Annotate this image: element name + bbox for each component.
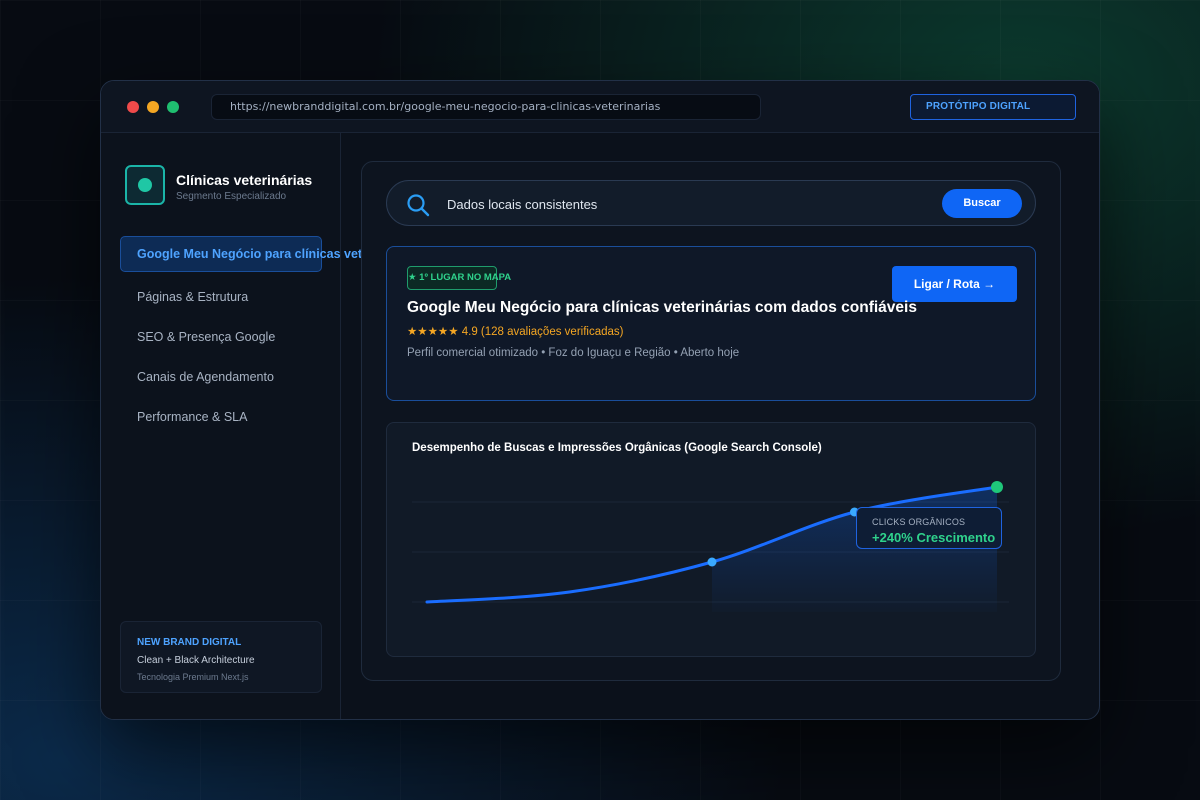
brand-logo-icon xyxy=(125,165,165,205)
brand-subtitle: Segmento Especializado xyxy=(176,191,287,202)
browser-window: https://newbranddigital.com.br/google-me… xyxy=(100,80,1100,720)
url-bar[interactable]: https://newbranddigital.com.br/google-me… xyxy=(211,94,761,120)
search-icon xyxy=(407,194,430,217)
search-button[interactable]: Buscar xyxy=(942,189,1022,218)
map-rank-badge: ★ 1º LUGAR NO MAPA xyxy=(407,266,511,290)
browser-titlebar: https://newbranddigital.com.br/google-me… xyxy=(101,81,1099,133)
call-route-button[interactable]: Ligar / Rota → xyxy=(892,266,1017,302)
search-input[interactable]: Dados locais consistentes xyxy=(447,197,597,212)
brand-title: Clínicas veterinárias xyxy=(176,172,313,188)
sidebar-item-seo[interactable]: SEO & Presença Google xyxy=(137,330,275,344)
tooltip-label: CLICKS ORGÂNICOS xyxy=(872,517,966,527)
sidebar-item-performance[interactable]: Performance & SLA xyxy=(137,410,247,424)
maximize-window-button[interactable] xyxy=(167,101,179,113)
chart-area-fill xyxy=(712,487,997,612)
brand-footer-card: NEW BRAND DIGITAL Clean + Black Architec… xyxy=(120,621,322,693)
chart-point xyxy=(991,481,1003,493)
listing-rating: ★★★★★ 4.9 (128 avaliações verificadas) xyxy=(407,326,624,338)
sidebar-item-paginas[interactable]: Páginas & Estrutura xyxy=(137,290,248,304)
footer-line-1: Clean + Black Architecture xyxy=(137,655,255,666)
chart-tooltip: CLICKS ORGÂNICOS +240% Crescimento xyxy=(856,507,1002,549)
tooltip-value: +240% Crescimento xyxy=(872,530,996,545)
minimize-window-button[interactable] xyxy=(147,101,159,113)
footer-line-2: Tecnologia Premium Next.js xyxy=(137,672,249,682)
sidebar: Clínicas veterinárias Segmento Especiali… xyxy=(101,133,414,719)
business-listing-card: ★ 1º LUGAR NO MAPA Ligar / Rota → Google… xyxy=(386,246,1036,401)
prototype-badge: PROTÓTIPO DIGITAL xyxy=(910,94,1076,120)
close-window-button[interactable] xyxy=(127,101,139,113)
footer-title: NEW BRAND DIGITAL xyxy=(137,637,242,648)
sidebar-item-agendamento[interactable]: Canais de Agendamento xyxy=(137,370,274,384)
sidebar-item-google-meu-negocio[interactable]: Google Meu Negócio para clínicas veterin… xyxy=(120,236,414,272)
main-panel: Dados locais consistentes Buscar ★ 1º LU… xyxy=(361,161,1061,681)
search-bar[interactable]: Dados locais consistentes Buscar xyxy=(386,180,1036,226)
listing-meta: Perfil comercial otimizado • Foz do Igua… xyxy=(407,347,740,359)
performance-chart-card: Desempenho de Buscas e Impressões Orgâni… xyxy=(386,422,1036,657)
listing-title: Google Meu Negócio para clínicas veterin… xyxy=(407,299,917,316)
chart-point xyxy=(707,557,717,567)
